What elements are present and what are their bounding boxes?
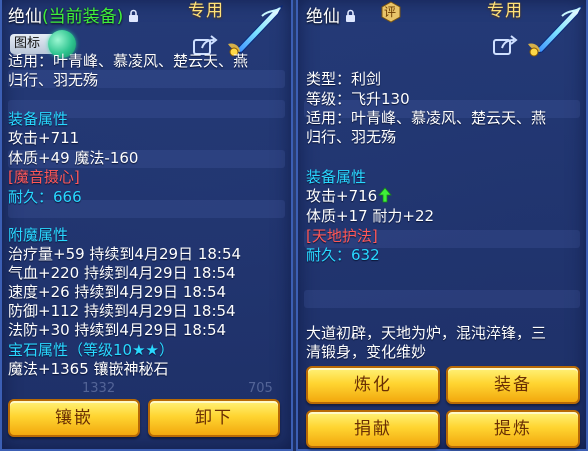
attack-value: 攻击+716	[306, 187, 378, 205]
current-equip-label: (当前装备)	[42, 7, 124, 27]
share-icon[interactable]	[492, 34, 518, 56]
attack-stat: 攻击+711	[8, 129, 80, 147]
flavor-text-line-2: 清锻身，变化维妙	[306, 343, 427, 361]
item-level: 等级：飞升130	[306, 90, 410, 108]
item-type: 类型：利剑	[306, 70, 382, 88]
special-skill: [魔音摄心]	[8, 168, 80, 186]
flavor-text-line-1: 大道初辟，天地为炉，混沌淬锋，三	[306, 324, 547, 342]
enchant-line: 治疗量+59 持续到4月29日 18:54	[8, 245, 242, 263]
durability: 耐久：666	[8, 188, 82, 206]
body-stamina-stat: 体质+17 耐力+22	[306, 207, 435, 225]
equip-attr-heading: 装备属性	[8, 110, 69, 128]
exclusive-label: 专用	[487, 1, 523, 21]
lock-icon[interactable]	[345, 8, 356, 28]
equip-attr-heading: 装备属性	[306, 168, 367, 186]
attack-stat: 攻击+716	[306, 187, 393, 207]
bg-row	[304, 290, 580, 308]
durability: 耐久：632	[306, 246, 380, 264]
compare-equipment-panel: 绝仙 评 专用 类型：利剑 等级：飞升130 适用：叶青峰、慕凌风、楚云天、燕 …	[296, 0, 588, 451]
refine-button[interactable]: 炼化	[306, 366, 440, 404]
unequip-button[interactable]: 卸下	[148, 399, 280, 437]
bg-fragment: 705	[248, 381, 273, 396]
enchant-line: 防御+112 持续到4月29日 18:54	[8, 302, 236, 320]
rating-badge-icon[interactable]: 评	[380, 1, 402, 23]
current-equipment-panel: 绝仙(当前装备) 专用 图标 适用：叶青峰、慕凌风、楚云天、燕 归行、羽无殇 装…	[0, 0, 293, 451]
enchant-line: 气血+220 持续到4月29日 18:54	[8, 264, 236, 282]
icon-toggle[interactable]: 图标	[10, 30, 77, 58]
up-arrow-icon	[378, 187, 393, 207]
item-title: 绝仙(当前装备)	[8, 2, 139, 28]
special-skill: [天地护法]	[306, 227, 378, 245]
equip-button[interactable]: 装备	[446, 366, 580, 404]
icon-toggle-label: 图标	[14, 36, 41, 51]
gem-effect: 魔法+1365 镶嵌神秘石	[8, 360, 169, 378]
usage-line-2: 归行、羽无殇	[306, 128, 397, 146]
exclusive-label: 专用	[188, 1, 224, 21]
enchant-line: 法防+30 持续到4月29日 18:54	[8, 321, 227, 339]
extract-button[interactable]: 提炼	[446, 410, 580, 448]
lock-icon[interactable]	[128, 8, 139, 28]
usage-line-2: 归行、羽无殇	[8, 71, 99, 89]
usage-line-1: 适用：叶青峰、慕凌风、楚云天、燕	[8, 52, 249, 70]
bg-fragment: 1332	[82, 381, 116, 396]
body-magic-stat: 体质+49 魔法-160	[8, 149, 139, 167]
usage-line-1: 适用：叶青峰、慕凌风、楚云天、燕	[306, 109, 547, 127]
gem-heading: 宝石属性（等级10★★）	[8, 341, 174, 359]
item-title: 绝仙	[306, 2, 356, 28]
weapon-sword-icon[interactable]	[524, 2, 588, 60]
item-name: 绝仙	[8, 7, 42, 27]
enchant-heading: 附魔属性	[8, 226, 69, 244]
enchant-line: 速度+26 持续到4月29日 18:54	[8, 283, 227, 301]
item-name: 绝仙	[306, 7, 340, 27]
donate-button[interactable]: 捐献	[306, 410, 440, 448]
rating-badge-label: 评	[384, 5, 397, 19]
inlay-button[interactable]: 镶嵌	[8, 399, 140, 437]
